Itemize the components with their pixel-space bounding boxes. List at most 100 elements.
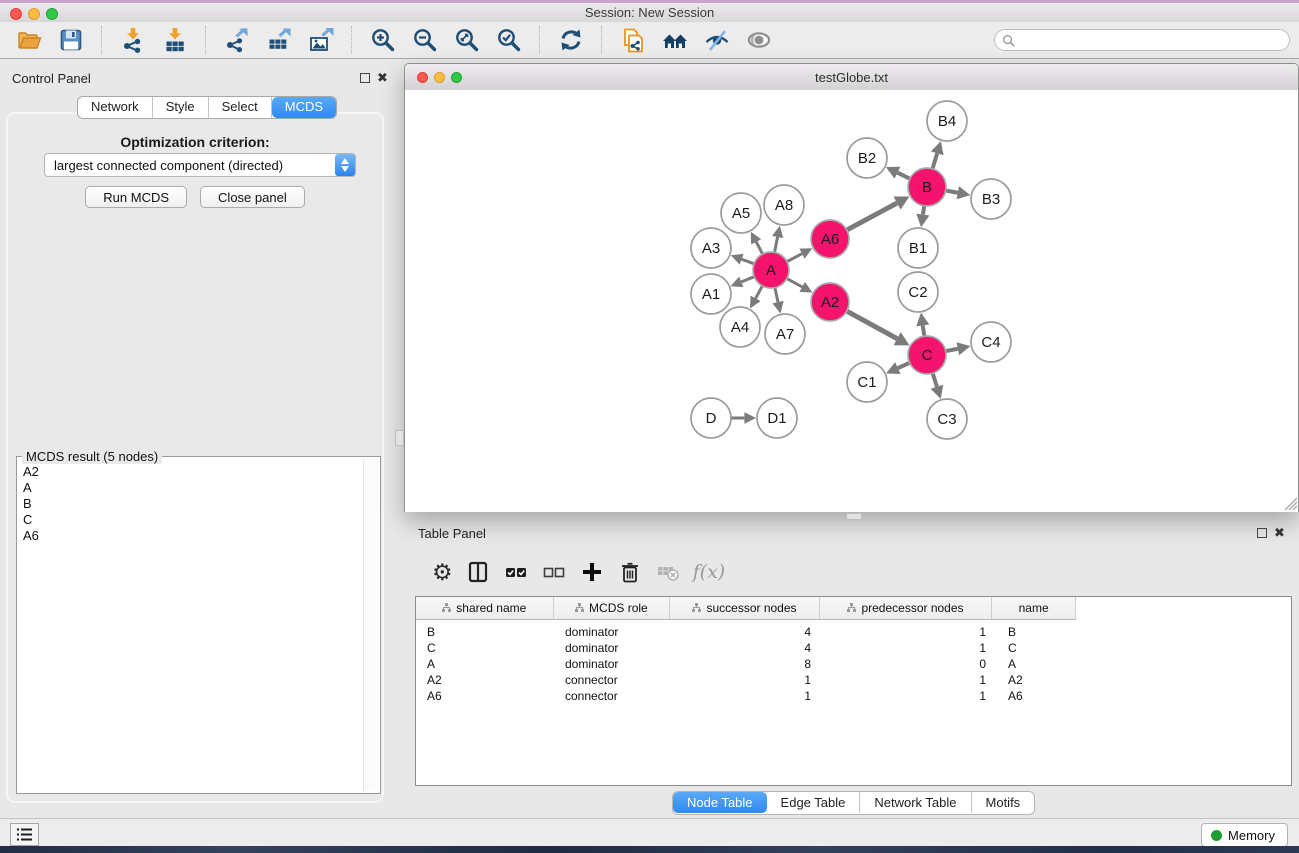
mcds-result-list[interactable]: A2ABCA6 (19, 459, 364, 791)
edge-A-A3[interactable] (742, 259, 754, 264)
export-image-icon[interactable] (308, 27, 334, 53)
optimization-criterion-dropdown[interactable]: largest connected component (directed) (44, 153, 356, 177)
search-field[interactable] (994, 29, 1290, 51)
destroy-table-icon[interactable] (657, 561, 679, 583)
table-row[interactable]: Cdominator41C (416, 640, 1291, 656)
tab-mcds[interactable]: MCDS (272, 97, 336, 118)
graph-node-A8[interactable]: A8 (764, 185, 804, 225)
column-header-name[interactable]: name (992, 597, 1076, 619)
graph-node-C3[interactable]: C3 (927, 399, 967, 439)
result-item[interactable]: C (23, 512, 364, 528)
run-mcds-button[interactable]: Run MCDS (85, 186, 187, 208)
edge-A-A4[interactable] (756, 286, 763, 299)
edge-A-A5[interactable] (756, 242, 762, 254)
graph-node-B3[interactable]: B3 (971, 179, 1011, 219)
graph-node-B1[interactable]: B1 (898, 228, 938, 268)
close-panel-button[interactable]: Close panel (200, 186, 305, 208)
table-row[interactable]: A2connector11A2 (416, 672, 1291, 688)
splitter-handle-bottom[interactable] (846, 513, 862, 520)
network-window-titlebar[interactable]: testGlobe.txt (405, 64, 1298, 91)
table-cell[interactable]: dominator (554, 657, 671, 671)
resize-grip-icon[interactable] (1283, 496, 1297, 510)
hide-graphics-details-icon[interactable] (704, 27, 730, 53)
graph-node-A7[interactable]: A7 (765, 314, 805, 354)
table-cell[interactable]: 1 (821, 641, 994, 655)
tab-network-table[interactable]: Network Table (860, 792, 971, 813)
eye-icon[interactable] (746, 27, 772, 53)
table-cell[interactable]: C (994, 641, 1078, 655)
graph-node-C[interactable]: C (908, 336, 946, 374)
table-cell[interactable]: 1 (821, 673, 994, 687)
duplicate-network-icon[interactable] (620, 27, 646, 53)
column-header-MCDS-role[interactable]: MCDS role (554, 597, 671, 619)
zoom-fit-icon[interactable] (454, 27, 480, 53)
table-cell[interactable]: dominator (554, 641, 671, 655)
table-cell[interactable]: connector (554, 689, 671, 703)
function-builder-icon[interactable]: f(x) (693, 561, 726, 583)
edge-C-C1[interactable] (898, 363, 910, 368)
node-table[interactable]: shared nameMCDS rolesuccessor nodesprede… (415, 596, 1292, 786)
table-row[interactable]: A6connector11A6 (416, 688, 1291, 704)
result-item[interactable]: B (23, 496, 364, 512)
graph-node-A1[interactable]: A1 (691, 274, 731, 314)
show-columns-icon[interactable] (467, 561, 489, 583)
table-cell[interactable]: 8 (671, 657, 821, 671)
edge-A-A7[interactable] (775, 288, 778, 303)
home-houses-icon[interactable] (662, 27, 688, 53)
table-cell[interactable]: A (994, 657, 1078, 671)
zoom-in-icon[interactable] (370, 27, 396, 53)
edge-C-C4[interactable] (946, 349, 958, 351)
table-cell[interactable]: A (416, 657, 554, 671)
zoom-selected-icon[interactable] (496, 27, 522, 53)
table-cell[interactable]: A6 (994, 689, 1078, 703)
close-panel-icon[interactable]: ✖ (377, 73, 388, 83)
float-panel-icon[interactable] (360, 73, 370, 83)
column-header-predecessor-nodes[interactable]: predecessor nodes (820, 597, 992, 619)
select-all-icon[interactable] (505, 561, 527, 583)
network-graph[interactable]: B4B2BB3A8A5A6A3B1AA1C2A2A4A7C4CC1C3DD1 (405, 90, 1298, 512)
table-cell[interactable]: 1 (821, 625, 994, 639)
edge-C-C3[interactable] (933, 373, 937, 387)
memory-button[interactable]: Memory (1201, 823, 1288, 847)
tab-select[interactable]: Select (209, 97, 272, 118)
splitter-handle-left[interactable] (395, 430, 404, 446)
refresh-layout-icon[interactable] (558, 27, 584, 53)
export-table-icon[interactable] (266, 27, 292, 53)
tab-motifs[interactable]: Motifs (972, 792, 1035, 813)
edge-A-A1[interactable] (741, 277, 754, 282)
column-header-shared-name[interactable]: shared name (416, 597, 554, 619)
table-cell[interactable]: 1 (671, 673, 821, 687)
search-input[interactable] (1019, 30, 1289, 50)
result-item[interactable]: A2 (23, 464, 364, 480)
zoom-out-icon[interactable] (412, 27, 438, 53)
graph-node-A[interactable]: A (753, 252, 789, 288)
result-item[interactable]: A6 (23, 528, 364, 544)
tab-edge-table[interactable]: Edge Table (767, 792, 861, 813)
table-cell[interactable]: 4 (671, 641, 821, 655)
table-cell[interactable]: dominator (554, 625, 671, 639)
edge-B-B1[interactable] (923, 206, 924, 215)
graph-node-B[interactable]: B (908, 168, 946, 206)
graph-node-C2[interactable]: C2 (898, 272, 938, 312)
tab-network[interactable]: Network (78, 97, 153, 118)
delete-row-icon[interactable] (619, 561, 641, 583)
graph-node-D[interactable]: D (691, 398, 731, 438)
edge-C-C2[interactable] (923, 325, 925, 336)
graph-node-A5[interactable]: A5 (721, 193, 761, 233)
graph-node-C1[interactable]: C1 (847, 362, 887, 402)
table-cell[interactable]: 0 (821, 657, 994, 671)
tab-node-table[interactable]: Node Table (673, 792, 767, 813)
table-cell[interactable]: A2 (994, 673, 1078, 687)
graph-node-A4[interactable]: A4 (720, 307, 760, 347)
table-options-gear-icon[interactable]: ⚙ (432, 561, 453, 583)
table-cell[interactable]: C (416, 641, 554, 655)
graph-node-A3[interactable]: A3 (691, 228, 731, 268)
save-session-icon[interactable] (58, 27, 84, 53)
edge-A-A2[interactable] (787, 279, 802, 287)
export-network-icon[interactable] (224, 27, 250, 53)
edge-A-A8[interactable] (775, 237, 778, 252)
table-cell[interactable]: 1 (821, 689, 994, 703)
table-cell[interactable]: B (994, 625, 1078, 639)
table-row[interactable]: Adominator80A (416, 656, 1291, 672)
edge-B-B2[interactable] (897, 173, 909, 179)
